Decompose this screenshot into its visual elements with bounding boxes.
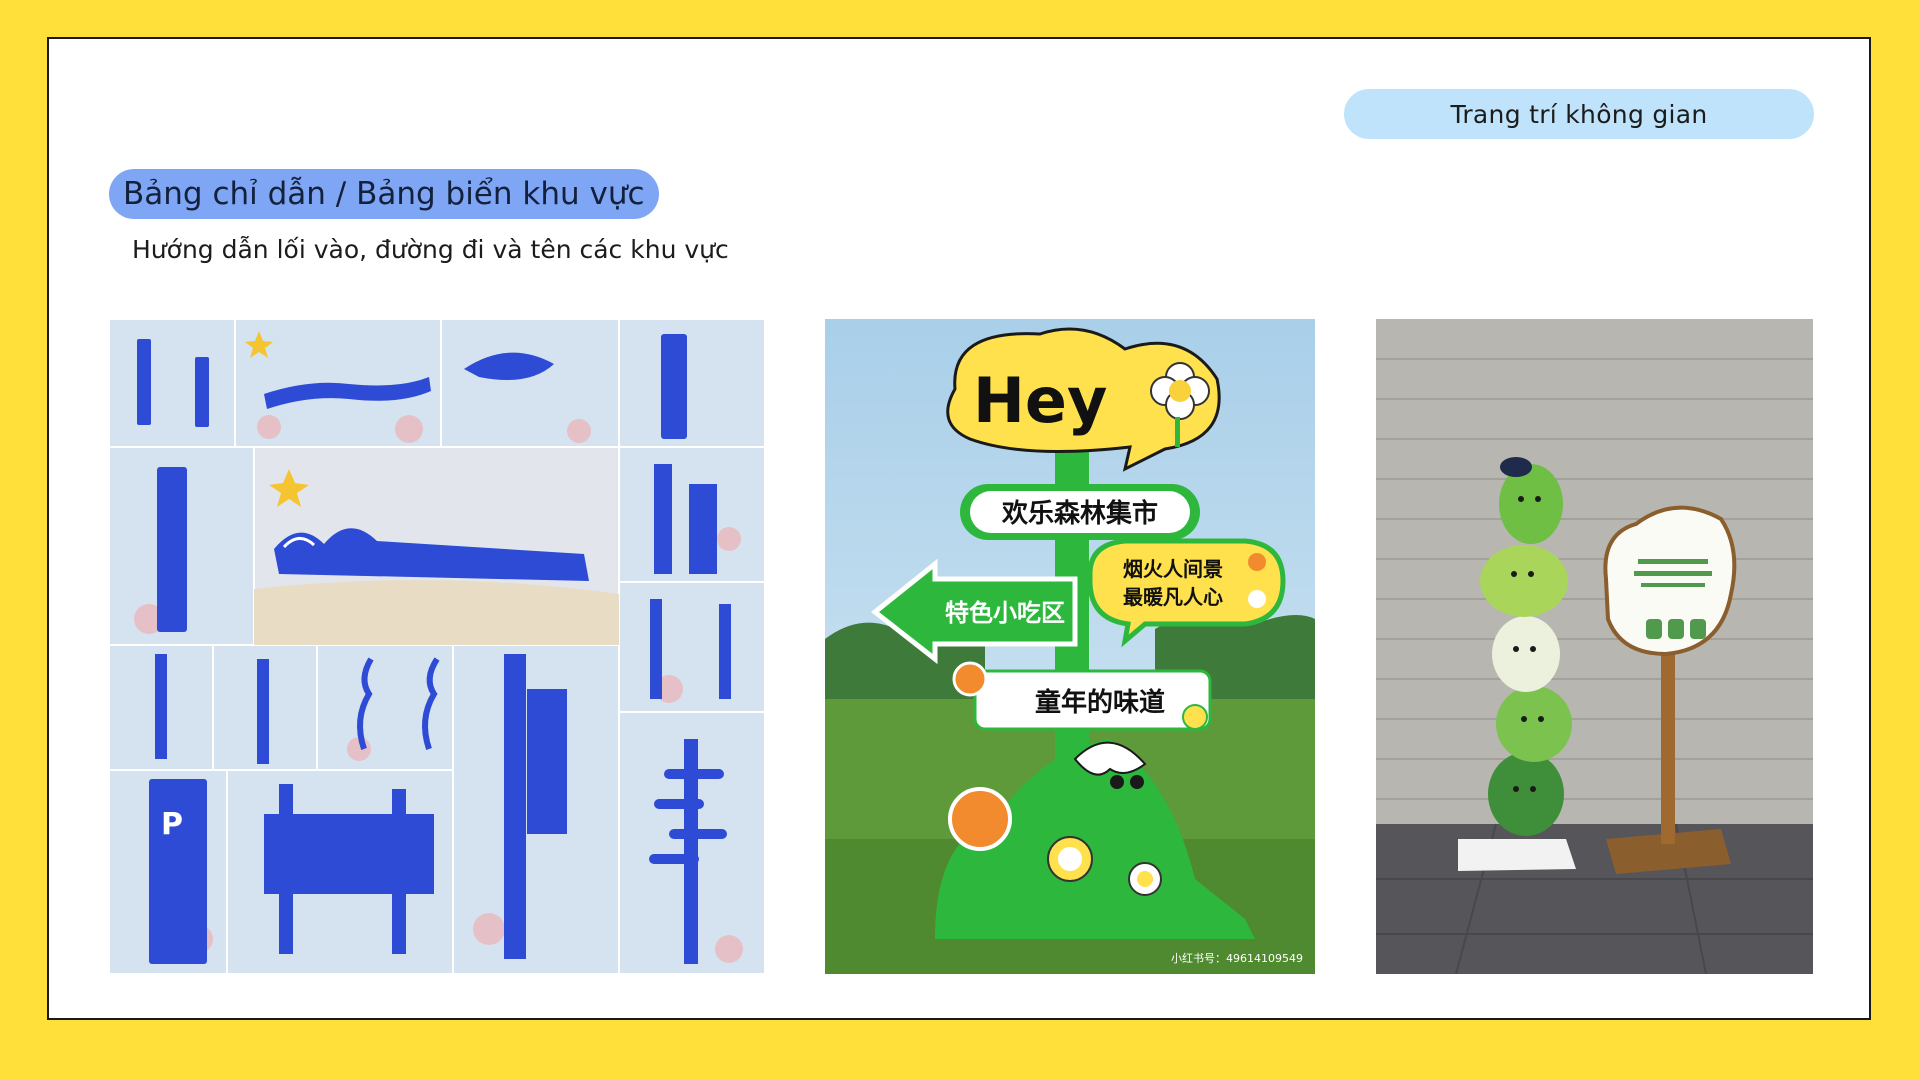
arrow-1-text: 欢乐森林集市 (1001, 498, 1158, 529)
hey-bubble-text: Hey (973, 364, 1107, 437)
park-signpost-svg: Hey 欢乐森林集市 特色小吃区 烟火人间景 最暖凡人心 童年的味道 小红书号：… (825, 319, 1315, 974)
section-tag: Trang trí không gian (1344, 89, 1814, 139)
page-subtitle: Hướng dẫn lối vào, đường đi và tên các k… (132, 235, 729, 264)
slide-frame: Trang trí không gian Bảng chỉ dẫn / Bảng… (47, 37, 1871, 1020)
page-title-text: Bảng chỉ dẫn / Bảng biển khu vực (123, 176, 645, 212)
character-standee-image (1376, 319, 1813, 974)
page-title: Bảng chỉ dẫn / Bảng biển khu vực (109, 169, 659, 219)
arrow-2-text: 特色小吃区 (945, 599, 1065, 627)
arrow-3-line1-text: 烟火人间景 (1123, 557, 1223, 581)
ocean-signage-collage-image: P (109, 319, 765, 974)
section-tag-label: Trang trí không gian (1450, 99, 1708, 129)
park-signpost-image: Hey 欢乐森林集市 特色小吃区 烟火人间景 最暖凡人心 童年的味道 小红书号：… (825, 319, 1315, 974)
arrow-4-text: 童年的味道 (1035, 687, 1165, 718)
svg-text:P: P (161, 807, 183, 842)
arrow-3-line2-text: 最暖凡人心 (1123, 585, 1223, 609)
image-watermark: 小红书号：49614109549 (1171, 952, 1303, 965)
character-standee-svg (1376, 319, 1813, 974)
ocean-collage-svg: P (109, 319, 765, 974)
